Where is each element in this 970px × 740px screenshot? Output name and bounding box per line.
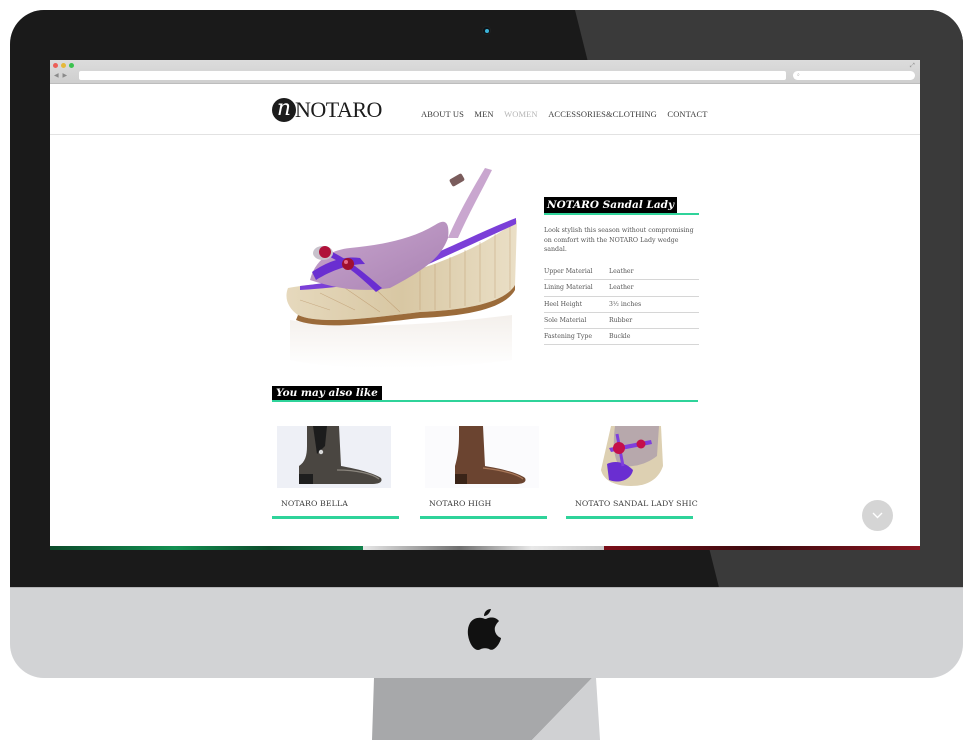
camera-icon <box>482 26 491 35</box>
brand-logo[interactable]: n NOTARO <box>272 97 382 123</box>
related-card-notaro-high[interactable]: NOTARO HIGH <box>420 426 547 520</box>
related-item-underline <box>420 516 547 519</box>
spec-row: Fastening Type Buckle <box>544 328 699 346</box>
spec-value: Rubber <box>609 312 699 330</box>
spec-label: Sole Material <box>544 312 609 330</box>
related-thumb-image <box>425 426 539 488</box>
spec-row: Sole Material Rubber <box>544 312 699 330</box>
browser-window: ◀ ▶ ⌕ ⤢ n NOTARO ABOUT US MEN WOMEN ACCE… <box>50 60 920 550</box>
related-title: You may also like <box>272 386 382 400</box>
back-forward-buttons[interactable]: ◀ ▶ <box>54 71 74 80</box>
product-info: NOTARO Sandal Lady Look stylish this sea… <box>544 197 699 346</box>
main-nav: ABOUT US MEN WOMEN ACCESSORIES&CLOTHING … <box>421 109 718 119</box>
spec-value: Leather <box>609 263 699 281</box>
product-title: NOTARO Sandal Lady <box>544 197 678 213</box>
browser-search-input[interactable]: ⌕ <box>793 71 915 80</box>
scroll-down-button[interactable] <box>862 500 893 531</box>
product-image <box>286 168 517 369</box>
address-bar[interactable] <box>79 71 786 80</box>
fullscreen-icon[interactable]: ⤢ <box>910 62 915 70</box>
spec-label: Fastening Type <box>544 328 609 346</box>
related-item-name: NOTATO SANDAL LADY SHIC <box>575 499 698 508</box>
nav-item-women[interactable]: WOMEN <box>504 109 538 119</box>
spec-row: Lining Material Leather <box>544 279 699 297</box>
product-description: Look stylish this season without comprom… <box>544 227 694 253</box>
related-card-notato-sandal-lady-shic[interactable]: NOTATO SANDAL LADY SHIC <box>566 426 698 520</box>
site-header: n NOTARO ABOUT US MEN WOMEN ACCESSORIES&… <box>50 85 920 135</box>
brand-name: NOTARO <box>295 97 382 122</box>
spec-value: Buckle <box>609 328 699 346</box>
nav-item-about-us[interactable]: ABOUT US <box>421 109 464 119</box>
product-title-bar: NOTARO Sandal Lady <box>544 197 699 215</box>
spec-label: Lining Material <box>544 279 609 297</box>
spec-value: 3½ inches <box>609 296 699 313</box>
related-header: You may also like <box>272 386 698 402</box>
footer-flag-strip <box>50 546 920 550</box>
minimize-window-button[interactable] <box>61 63 66 68</box>
search-icon: ⌕ <box>797 72 800 78</box>
related-item-name: NOTARO BELLA <box>281 499 348 508</box>
related-thumb-image <box>571 426 685 488</box>
nav-item-contact[interactable]: CONTACT <box>667 109 707 119</box>
close-window-button[interactable] <box>53 63 58 68</box>
related-card-notaro-bella[interactable]: NOTARO BELLA <box>272 426 399 520</box>
flag-strip-white <box>363 546 604 550</box>
chin-divider <box>10 587 963 588</box>
zoom-window-button[interactable] <box>69 63 74 68</box>
spec-row: Heel Height 3½ inches <box>544 296 699 313</box>
spec-label: Upper Material <box>544 263 609 281</box>
apple-logo-icon <box>467 609 501 650</box>
browser-toolbar: ◀ ▶ ⌕ ⤢ <box>50 60 920 84</box>
related-item-underline <box>272 516 399 519</box>
flag-strip-green <box>50 546 363 550</box>
brand-mark-icon: n <box>272 98 296 122</box>
related-thumb-image <box>277 426 391 488</box>
spec-table: Upper Material Leather Lining Material L… <box>544 263 699 346</box>
spec-label: Heel Height <box>544 296 609 313</box>
nav-item-men[interactable]: MEN <box>474 109 493 119</box>
related-item-underline <box>566 516 693 519</box>
spec-row: Upper Material Leather <box>544 263 699 281</box>
chevron-down-icon <box>872 512 883 519</box>
related-item-name: NOTARO HIGH <box>429 499 492 508</box>
monitor-stand <box>372 678 600 740</box>
flag-strip-red <box>604 546 920 550</box>
nav-item-accessories-clothing[interactable]: ACCESSORIES&CLOTHING <box>548 109 657 119</box>
spec-value: Leather <box>609 279 699 297</box>
